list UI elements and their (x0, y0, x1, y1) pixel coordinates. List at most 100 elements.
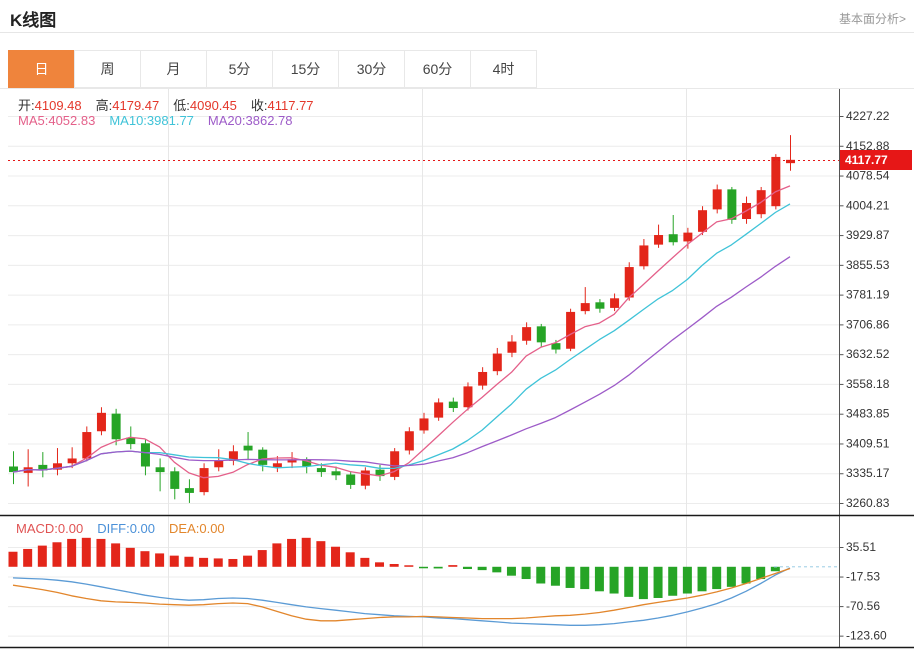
macd-bar (668, 566, 678, 596)
macd-bar (287, 538, 297, 567)
macd-bar (345, 552, 355, 567)
price-axis-label: 3929.87 (846, 228, 890, 242)
ohlc-legend: 开:4109.48 高:4179.47 低:4090.45 收:4117.77 (18, 95, 328, 114)
macd-bar (23, 548, 33, 567)
macd-bar (67, 538, 77, 567)
macd-bar (81, 537, 91, 567)
period-tab-bar: 日周月 5分 15分 30分 60分 4时 (8, 50, 537, 88)
price-axis-label: 3632.52 (846, 347, 890, 361)
macd-bar (726, 566, 736, 587)
candle-body (463, 386, 473, 408)
macd-bar (272, 543, 282, 567)
macd-bar (433, 566, 443, 569)
price-axis-label: 3483.85 (846, 407, 890, 421)
current-price-badge: 4117.77 (840, 150, 912, 170)
macd-bar (125, 547, 135, 567)
legend-item: MACD:0.00 (16, 521, 84, 536)
candle-body (390, 451, 400, 477)
candle-body (668, 234, 678, 243)
candle-body (654, 235, 664, 245)
legend-item: 收:4117.77 (250, 98, 314, 113)
legend-item: 开:4109.48 (18, 98, 82, 113)
macd-bar (375, 562, 385, 567)
candle-body (111, 413, 121, 440)
tab-60分[interactable]: 60分 (404, 50, 471, 88)
macd-bar (550, 566, 560, 586)
macd-bar (8, 551, 18, 567)
legend-item: 高:4179.47 (95, 98, 160, 113)
candle-body (67, 458, 77, 464)
candle-body (243, 445, 253, 451)
macd-bar (37, 545, 47, 567)
macd-bar (199, 557, 209, 567)
macd-bar (360, 557, 370, 567)
tab-周[interactable]: 周 (74, 50, 141, 88)
tab-月[interactable]: 月 (140, 50, 207, 88)
price-axis-label: 3706.86 (846, 317, 890, 331)
macd-bar (580, 566, 590, 590)
candle-body (199, 468, 209, 493)
macd-bar (697, 566, 707, 592)
macd-bar (712, 566, 722, 590)
macd-bar (316, 541, 326, 567)
macd-axis-label: -70.56 (846, 599, 880, 613)
macd-bar (653, 566, 663, 598)
macd-bar (155, 553, 165, 567)
macd-bar (140, 551, 150, 567)
candle-body (610, 298, 620, 308)
candle-body (184, 488, 194, 493)
macd-bar (228, 558, 238, 567)
macd-bar (331, 546, 341, 567)
page-header: K线图 基本面分析> (0, 0, 914, 33)
tab-5分[interactable]: 5分 (206, 50, 273, 88)
macd-bar (492, 566, 502, 573)
candle-body (448, 401, 458, 409)
macd-axis-label: -123.60 (846, 629, 887, 643)
tab-4时[interactable]: 4时 (470, 50, 537, 88)
candle-body (683, 232, 693, 242)
candle-body (624, 267, 634, 298)
macd-bar (184, 556, 194, 567)
macd-bar (638, 566, 648, 600)
macd-bar (609, 566, 619, 594)
legend-item: MA20:3862.78 (207, 113, 293, 128)
candle-body (727, 189, 737, 220)
tab-15分[interactable]: 15分 (272, 50, 339, 88)
candle-body (639, 245, 649, 267)
candle-body (140, 443, 150, 467)
macd-axis-label: 35.51 (846, 540, 876, 554)
price-axis-label: 4227.22 (846, 109, 890, 123)
fundamental-analysis-link[interactable]: 基本面分析> (839, 10, 906, 27)
price-axis-label: 3335.17 (846, 466, 890, 480)
candle-body (316, 468, 326, 473)
macd-bar (243, 555, 253, 567)
macd-bar (477, 566, 487, 571)
legend-item: 低:4090.45 (173, 98, 237, 113)
tab-日[interactable]: 日 (8, 50, 75, 88)
macd-bar (536, 566, 546, 584)
candle-body (258, 449, 268, 465)
candle-body (698, 210, 708, 232)
candle-body (419, 418, 429, 431)
macd-bar (448, 565, 458, 567)
macd-bar (389, 563, 399, 567)
tab-30分[interactable]: 30分 (338, 50, 405, 88)
candle-body (331, 471, 341, 476)
macd-bar (213, 558, 223, 567)
legend-item: MA10:3981.77 (109, 113, 194, 128)
macd-bar (506, 566, 516, 576)
macd-bar (111, 543, 121, 567)
candle-body (522, 327, 532, 341)
macd-bar (682, 566, 692, 594)
candle-body (155, 467, 165, 473)
page-title: K线图 (10, 11, 57, 30)
candle-body (507, 341, 517, 353)
legend-item: DEA:0.00 (169, 521, 225, 536)
legend-item: DIFF:0.00 (97, 521, 156, 536)
tabbar-divider (0, 88, 914, 89)
candle-body (712, 189, 722, 210)
candle-body (492, 353, 502, 372)
macd-bar (169, 555, 179, 567)
candle-body (434, 402, 444, 418)
candle-body (82, 432, 92, 459)
